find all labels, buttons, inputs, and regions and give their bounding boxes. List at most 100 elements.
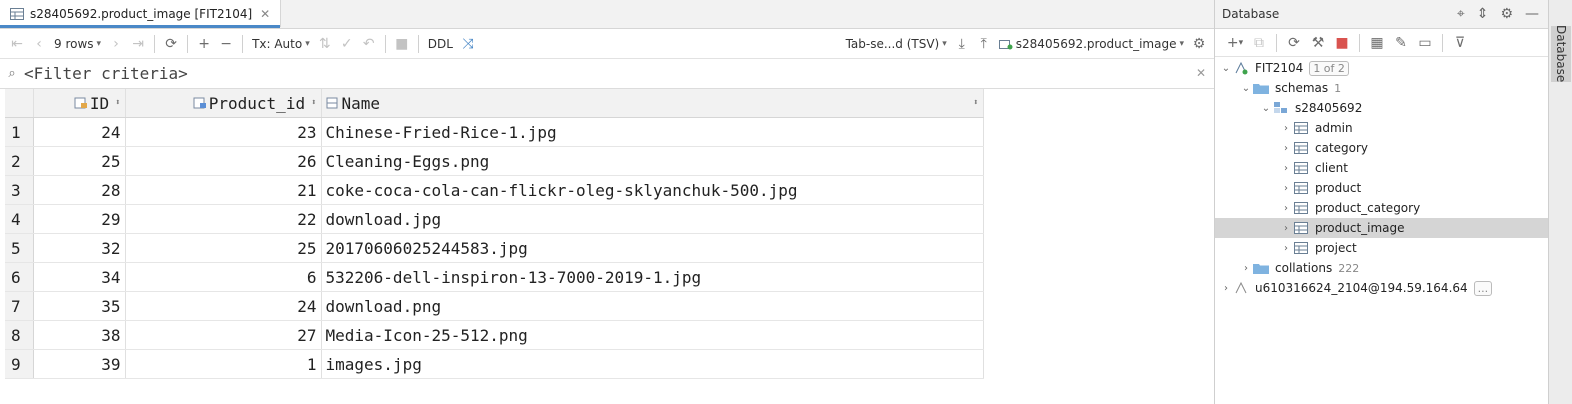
cell-name[interactable]: download.jpg	[321, 204, 984, 234]
cell-product-id[interactable]: 24	[125, 291, 322, 321]
tree-node-table[interactable]: › admin	[1215, 118, 1549, 138]
tree-node-table[interactable]: › client	[1215, 158, 1549, 178]
edit-icon[interactable]: ✎	[1389, 32, 1413, 54]
last-page-icon[interactable]: ⇥	[127, 33, 149, 55]
chevron-down-icon[interactable]: ⌄	[1259, 103, 1273, 114]
cell-id[interactable]: 29	[33, 204, 126, 234]
tree-node-table[interactable]: › product_category	[1215, 198, 1549, 218]
console-icon[interactable]: ▭	[1413, 32, 1437, 54]
cell-name[interactable]: download.png	[321, 291, 984, 321]
row-number-cell[interactable]: 4	[5, 204, 34, 234]
cell-product-id[interactable]: 6	[125, 262, 322, 292]
chevron-right-icon[interactable]: ›	[1279, 203, 1293, 214]
cell-product-id[interactable]: 22	[125, 204, 322, 234]
tree-node-fit2104[interactable]: ⌄ FIT2104 1 of 2	[1215, 58, 1549, 78]
clear-filter-icon[interactable]: ✕	[1196, 66, 1206, 80]
tree-node-table[interactable]: › product_image	[1215, 218, 1549, 238]
column-header-product-id[interactable]: Product_id ⬍	[125, 89, 322, 118]
chevron-right-icon[interactable]: ›	[1279, 223, 1293, 234]
tree-node-collations[interactable]: › collations 222	[1215, 258, 1549, 278]
cell-name[interactable]: coke-coca-cola-can-flickr-oleg-sklyanchu…	[321, 175, 984, 205]
sort-icon[interactable]: ⬍	[115, 98, 120, 108]
chevron-right-icon[interactable]: ›	[1219, 283, 1233, 294]
cell-product-id[interactable]: 23	[125, 117, 322, 147]
row-number-cell[interactable]: 1	[5, 117, 34, 147]
filter-icon[interactable]: ⊽	[1448, 32, 1472, 54]
cell-id[interactable]: 32	[33, 233, 126, 263]
cell-id[interactable]: 35	[33, 291, 126, 321]
locate-icon[interactable]: ⌖	[1457, 6, 1465, 22]
tree-node-table[interactable]: › category	[1215, 138, 1549, 158]
row-number-cell[interactable]: 2	[5, 146, 34, 176]
row-number-cell[interactable]: 9	[5, 349, 34, 379]
cell-name[interactable]: 20170606025244583.jpg	[321, 233, 984, 263]
row-number-cell[interactable]: 3	[5, 175, 34, 205]
table-view-icon[interactable]: ▦	[1365, 32, 1389, 54]
gear-icon[interactable]: ⚙	[1500, 6, 1513, 22]
cell-product-id[interactable]: 21	[125, 175, 322, 205]
table-row[interactable]: 8 38 27 Media-Icon-25-512.png	[5, 320, 984, 350]
chevron-right-icon[interactable]: ›	[1279, 163, 1293, 174]
minimize-icon[interactable]: —	[1525, 6, 1539, 22]
submit-icon[interactable]: ⇅	[314, 33, 336, 55]
cell-name[interactable]: Media-Icon-25-512.png	[321, 320, 984, 350]
sort-icon[interactable]: ⬍	[973, 98, 978, 108]
database-side-tab[interactable]: Database	[1551, 25, 1571, 83]
upload-icon[interactable]: ⤒	[973, 33, 995, 55]
editor-tab[interactable]: s28405692.product_image [FIT2104] ✕	[0, 0, 282, 28]
table-row[interactable]: 7 35 24 download.png	[5, 291, 984, 321]
rows-dropdown[interactable]: 9 rows ▾	[50, 37, 105, 51]
chevron-down-icon[interactable]: ⌄	[1239, 83, 1253, 94]
commit-icon[interactable]: ✓	[336, 33, 358, 55]
close-icon[interactable]: ✕	[258, 7, 272, 21]
refresh-icon[interactable]: ⟳	[160, 33, 182, 55]
table-row[interactable]: 3 28 21 coke-coca-cola-can-flickr-oleg-skly…	[5, 175, 984, 205]
gear-icon[interactable]: ⚙	[1188, 33, 1210, 55]
row-number-cell[interactable]: 5	[5, 233, 34, 263]
schema-sync-icon[interactable]: ⚒	[1306, 32, 1330, 54]
table-row[interactable]: 5 32 25 20170606025244583.jpg	[5, 233, 984, 263]
target-table-dropdown[interactable]: s28405692.product_image ▾	[995, 37, 1188, 51]
cell-name[interactable]: Chinese-Fried-Rice-1.jpg	[321, 117, 984, 147]
chevron-right-icon[interactable]: ›	[1279, 143, 1293, 154]
table-row[interactable]: 1 24 23 Chinese-Fried-Rice-1.jpg	[5, 117, 984, 147]
cell-product-id[interactable]: 1	[125, 349, 322, 379]
copy-icon[interactable]: ⧉	[1247, 32, 1271, 54]
tree-node-table[interactable]: › product	[1215, 178, 1549, 198]
cell-id[interactable]: 25	[33, 146, 126, 176]
cell-id[interactable]: 34	[33, 262, 126, 292]
tree-node-other-connection[interactable]: › u610316624_2104@194.59.164.64 ...	[1215, 278, 1549, 298]
chevron-right-icon[interactable]: ›	[1279, 243, 1293, 254]
download-icon[interactable]: ⤓	[951, 33, 973, 55]
column-header-id[interactable]: ID ⬍	[33, 89, 126, 118]
compare-icon[interactable]: ⤨	[457, 33, 479, 55]
delete-row-icon[interactable]: −	[215, 33, 237, 55]
table-row[interactable]: 9 39 1 images.jpg	[5, 349, 984, 379]
cell-product-id[interactable]: 25	[125, 233, 322, 263]
chevron-down-icon[interactable]: ⌄	[1219, 63, 1233, 74]
first-page-icon[interactable]: ⇤	[6, 33, 28, 55]
row-number-cell[interactable]: 7	[5, 291, 34, 321]
transaction-mode-dropdown[interactable]: Tx: Auto ▾	[248, 37, 314, 51]
chevron-right-icon[interactable]: ›	[1279, 123, 1293, 134]
cell-name[interactable]: 532206-dell-inspiron-13-7000-2019-1.jpg	[321, 262, 984, 292]
export-format-dropdown[interactable]: Tab-se...d (TSV) ▾	[842, 37, 951, 51]
cell-product-id[interactable]: 27	[125, 320, 322, 350]
cell-id[interactable]: 24	[33, 117, 126, 147]
ddl-button[interactable]: DDL	[424, 37, 457, 51]
tree-node-schema[interactable]: ⌄ s28405692	[1215, 98, 1549, 118]
tree-node-table[interactable]: › project	[1215, 238, 1549, 258]
cell-product-id[interactable]: 26	[125, 146, 322, 176]
stop-icon[interactable]: ■	[1330, 32, 1354, 54]
table-row[interactable]: 6 34 6 532206-dell-inspiron-13-7000-2019-1.…	[5, 262, 984, 292]
row-number-cell[interactable]: 8	[5, 320, 34, 350]
cell-id[interactable]: 28	[33, 175, 126, 205]
chevron-right-icon[interactable]: ›	[1239, 263, 1253, 274]
cell-id[interactable]: 39	[33, 349, 126, 379]
add-row-icon[interactable]: +	[193, 33, 215, 55]
next-page-icon[interactable]: ›	[105, 33, 127, 55]
table-row[interactable]: 4 29 22 download.jpg	[5, 204, 984, 234]
refresh-icon[interactable]: ⟳	[1282, 32, 1306, 54]
tree-node-schemas[interactable]: ⌄ schemas 1	[1215, 78, 1549, 98]
stop-icon[interactable]: ■	[391, 33, 413, 55]
